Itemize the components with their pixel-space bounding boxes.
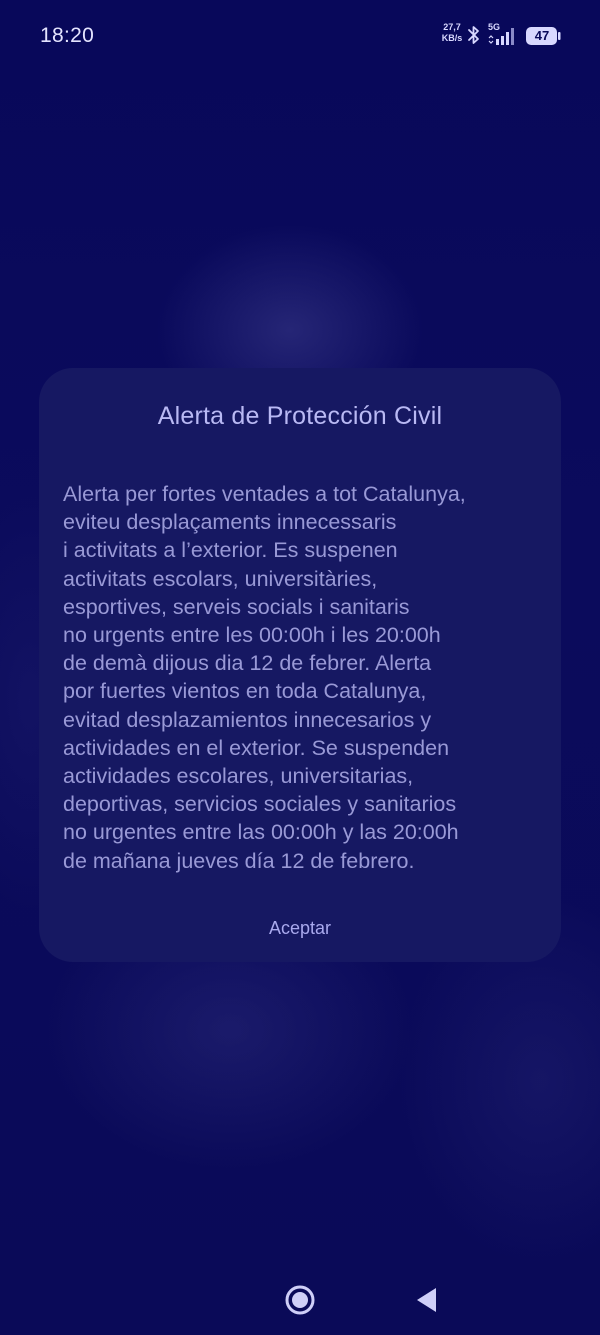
network-speed-unit: KB/s [441, 33, 463, 43]
back-triangle-icon[interactable] [414, 1286, 440, 1314]
bluetooth-icon [468, 26, 479, 44]
cellular-signal-icon [488, 28, 514, 45]
network-speed-value: 27,7 [443, 22, 461, 32]
home-circle-icon[interactable] [284, 1284, 316, 1316]
network-speed: 27,7 KB/s [440, 22, 464, 44]
status-bar: 18:20 27,7 KB/s 5G 47 [0, 0, 600, 72]
dialog-message: Alerta per fortes ventades a tot Catalun… [63, 482, 466, 873]
dialog-title: Alerta de Protección Civil [157, 402, 443, 430]
alert-dialog: Alerta de Protección Civil Alerta per fo… [39, 368, 561, 962]
accept-button[interactable]: Aceptar [235, 906, 365, 950]
battery-level: 47 [534, 28, 550, 43]
status-time: 18:20 [40, 24, 95, 47]
